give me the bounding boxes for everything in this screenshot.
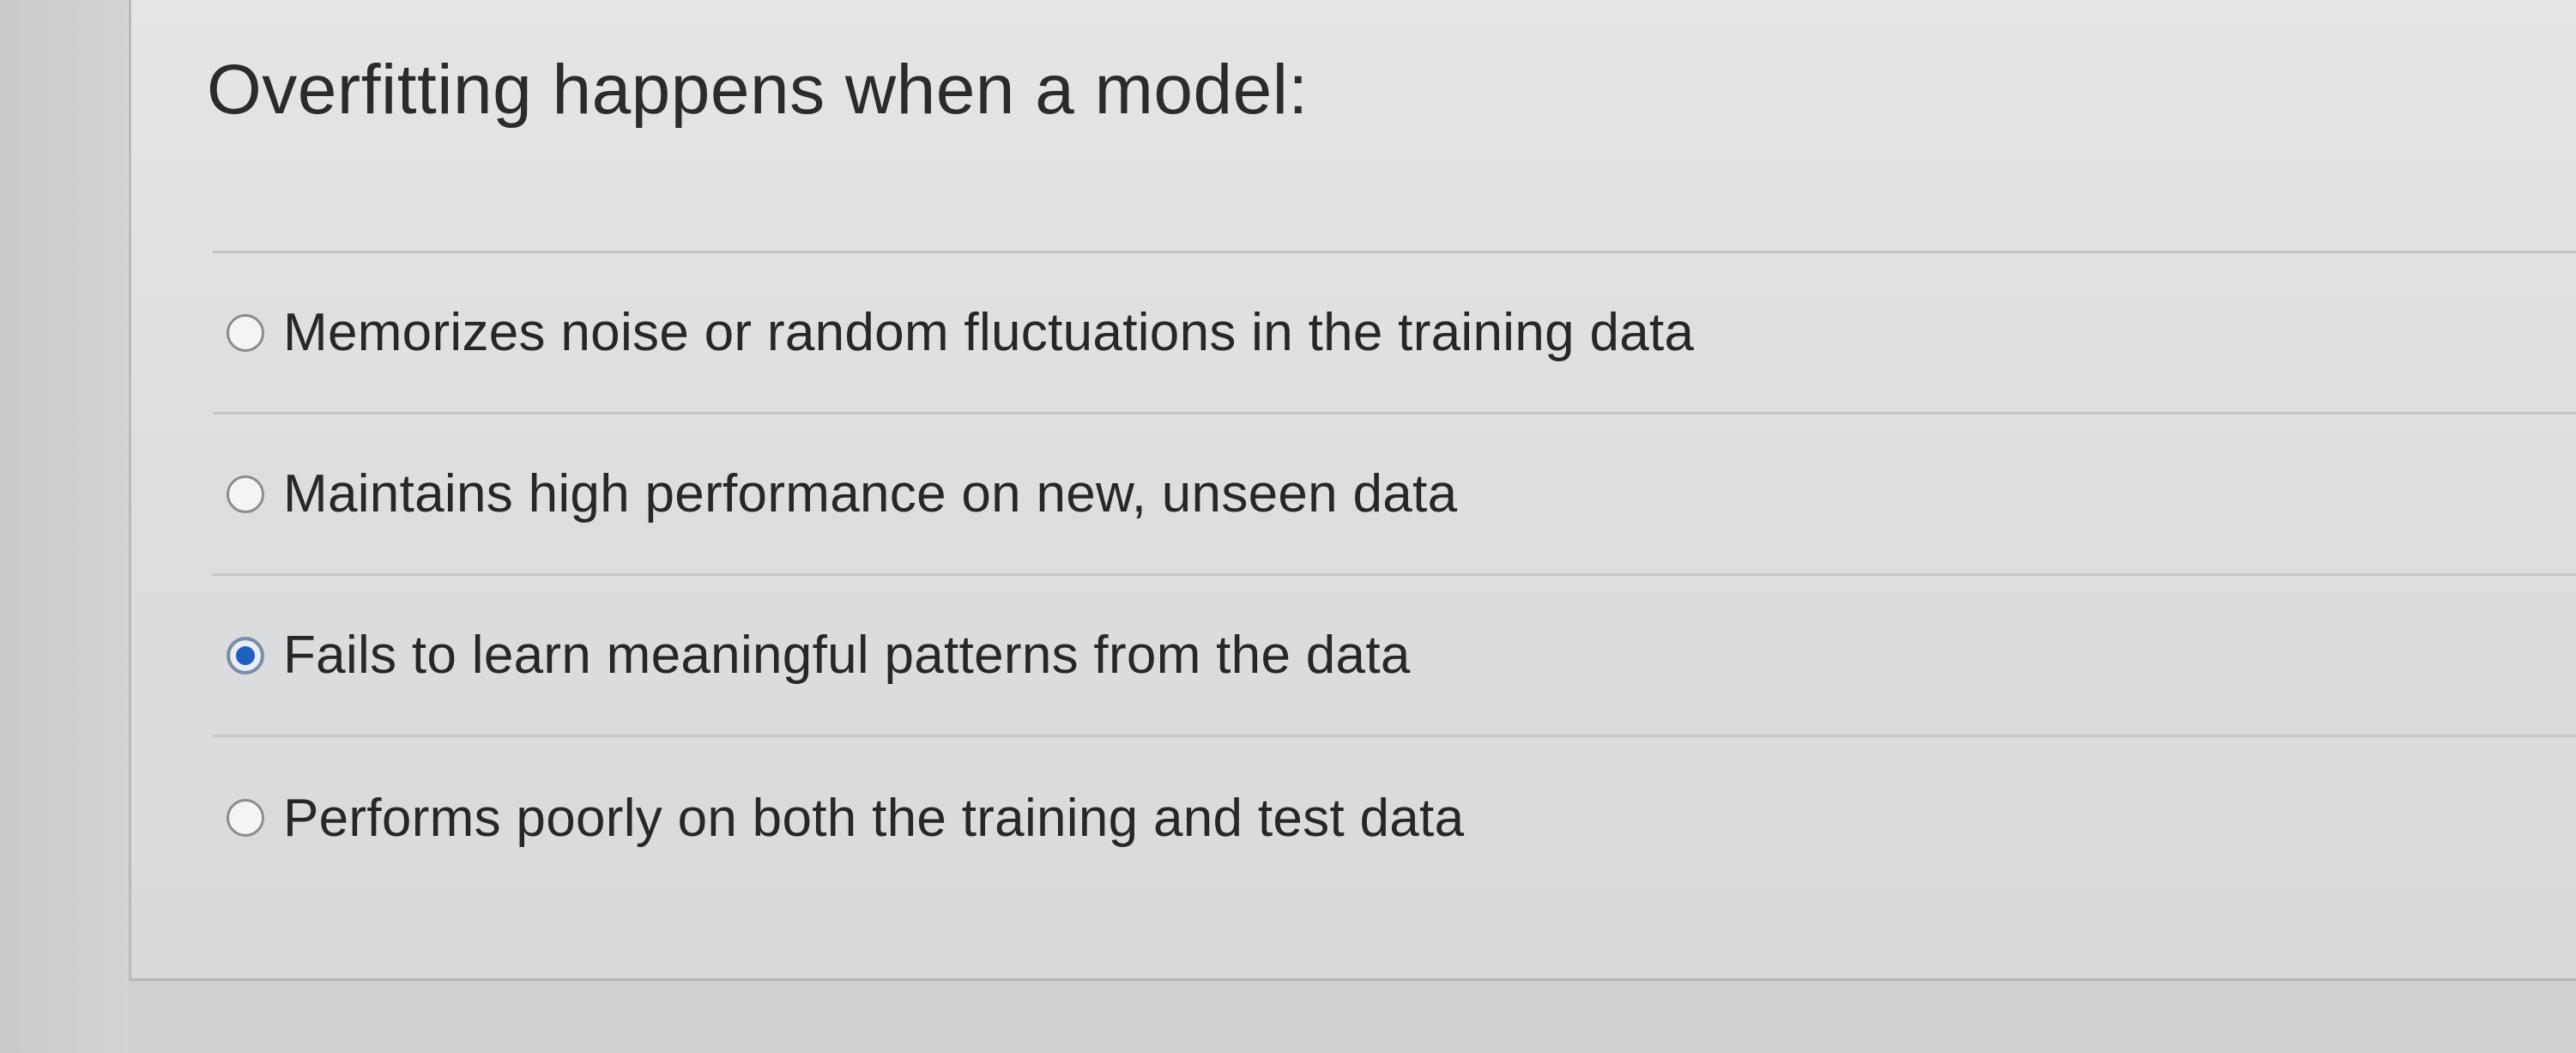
answer-list: Memorizes noise or random fluctuations i… [213, 253, 2576, 899]
answer-option-4[interactable]: Performs poorly on both the training and… [213, 737, 2576, 899]
answer-label-4: Performs poorly on both the training and… [283, 788, 1465, 848]
question-card: Overfitting happens when a model: Memori… [129, 0, 2576, 981]
radio-button-3[interactable] [227, 636, 264, 675]
answer-option-1[interactable]: Memorizes noise or random fluctuations i… [213, 253, 2576, 415]
answer-label-1: Memorizes noise or random fluctuations i… [283, 303, 1695, 362]
answer-option-2[interactable]: Maintains high performance on new, unsee… [213, 415, 2576, 576]
answer-label-2: Maintains high performance on new, unsee… [283, 464, 1458, 523]
radio-button-4[interactable] [227, 799, 264, 837]
question-text: Overfitting happens when a model: [207, 51, 1309, 129]
radio-button-1[interactable] [227, 313, 264, 352]
answer-option-3[interactable]: Fails to learn meaningful patterns from … [213, 576, 2576, 737]
answer-label-3: Fails to learn meaningful patterns from … [283, 626, 1411, 685]
radio-button-2[interactable] [227, 475, 264, 513]
page-left-margin [0, 0, 129, 1053]
